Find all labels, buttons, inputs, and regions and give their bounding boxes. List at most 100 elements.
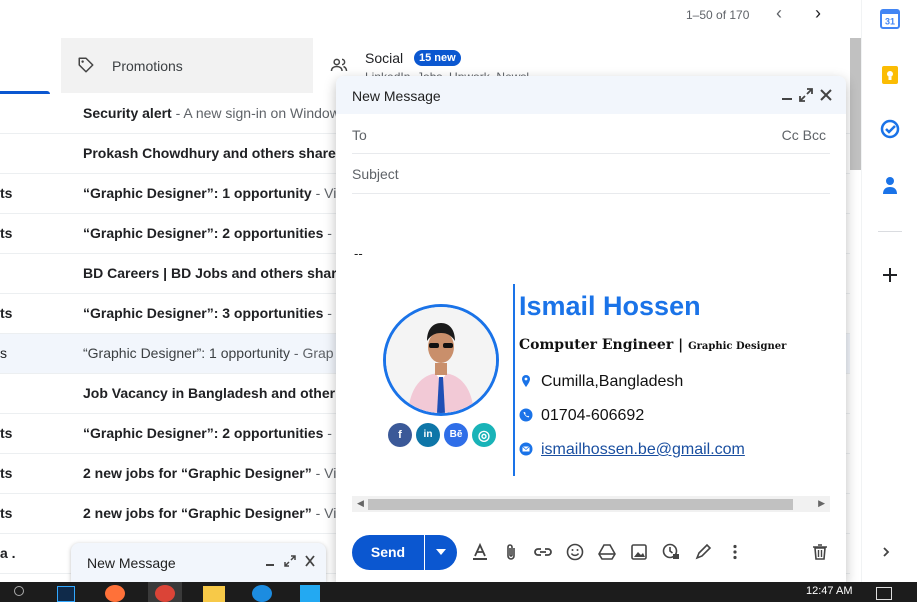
mail-subject-text: “Graphic Designer”: 1 opportunity (83, 185, 312, 201)
people-icon (330, 58, 348, 72)
tab-promotions[interactable]: Promotions (61, 38, 313, 93)
tab-promotions-label: Promotions (112, 58, 183, 74)
signature-name: Ismail Hossen (519, 291, 701, 321)
signature-location-text: Cumilla,Bangladesh (541, 373, 684, 390)
side-panel: 31 (861, 0, 917, 582)
photoshop-icon[interactable] (57, 586, 75, 602)
compose-header[interactable]: New Message (336, 76, 846, 114)
next-page-button[interactable]: › (808, 3, 828, 23)
mail-subject-text: “Graphic Designer”: 2 opportunities (83, 225, 324, 241)
prev-page-button[interactable]: ‹ (769, 3, 789, 23)
mail-snippet: - (323, 225, 332, 241)
horizontal-scrollbar-thumb[interactable] (368, 499, 793, 510)
signature-phone: 01704-606692 (519, 407, 644, 425)
linkedin-icon[interactable]: in (416, 423, 440, 447)
behance-icon[interactable]: Bē (444, 423, 468, 447)
mail-subject: 2 new jobs for “Graphic Designer” - Vi (83, 465, 336, 481)
link-icon[interactable] (533, 542, 553, 562)
sender-fragment: a . (0, 545, 16, 561)
minimized-compose-window[interactable]: New Message (71, 543, 326, 582)
mail-subject: “Graphic Designer”: 3 opportunities - (83, 305, 332, 321)
mail-subject-text: Prokash Chowdhury and others share (83, 145, 336, 161)
to-field[interactable]: To Cc Bcc (352, 114, 830, 154)
new-count-badge: 15 new (414, 50, 461, 66)
fullscreen-icon[interactable] (798, 87, 814, 103)
mail-subject-text: 2 new jobs for “Graphic Designer” (83, 465, 312, 481)
insert-photo-icon[interactable] (629, 542, 649, 562)
chevron-down-icon (436, 549, 446, 555)
chrome-taskbar-button[interactable] (148, 582, 182, 602)
signature-title: Computer Engineer | Graphic Designer (519, 337, 786, 353)
sender-fragment: s (0, 345, 7, 361)
tab-social-label: Social (365, 50, 404, 66)
mail-snippet: - Vi (311, 465, 337, 481)
contacts-icon[interactable] (880, 175, 900, 195)
drive-icon[interactable] (597, 542, 617, 562)
mail-subject: BD Careers | BD Jobs and others share (83, 265, 344, 281)
mail-subject-text: 2 new jobs for “Graphic Designer” (83, 505, 312, 521)
signature-phone-text: 01704-606692 (541, 407, 645, 424)
facebook-icon[interactable]: f (388, 423, 412, 447)
mail-subject-text: “Graphic Designer”: 1 opportunity (83, 345, 290, 361)
mail-subject: Prokash Chowdhury and others share (83, 145, 336, 161)
page-scrollbar-thumb[interactable] (850, 38, 861, 170)
attach-icon[interactable] (501, 542, 521, 562)
subject-input[interactable] (352, 166, 822, 182)
signature-email: ismailhossen.be@gmail.com (519, 441, 745, 459)
side-panel-divider (878, 231, 902, 232)
tasks-icon[interactable] (880, 119, 900, 139)
add-addon-icon[interactable] (880, 265, 900, 285)
instagram-icon[interactable]: ◎ (472, 423, 496, 447)
scroll-left-icon[interactable]: ◀ (357, 498, 364, 509)
cc-bcc-link[interactable]: Cc Bcc (782, 127, 826, 143)
edge-icon[interactable] (252, 585, 272, 602)
close-icon[interactable] (818, 87, 834, 103)
send-button[interactable]: Send (352, 535, 424, 570)
mail-subject: 2 new jobs for “Graphic Designer” - Vi (83, 505, 336, 521)
mail-snippet: - (323, 305, 332, 321)
to-label: To (352, 127, 367, 143)
confidential-mode-icon[interactable] (661, 542, 681, 562)
close-icon[interactable] (304, 554, 316, 568)
text-format-icon[interactable] (470, 542, 490, 562)
phone-icon (519, 408, 533, 422)
scroll-right-icon[interactable]: ▶ (818, 498, 825, 509)
mail-snippet: - Vi (311, 185, 337, 201)
avatar (383, 304, 499, 416)
mail-subject-text: “Graphic Designer”: 3 opportunities (83, 305, 324, 321)
notifications-icon[interactable] (876, 587, 892, 600)
emoji-icon[interactable] (565, 542, 585, 562)
fullscreen-icon[interactable] (284, 554, 296, 568)
subject-row (352, 154, 830, 194)
more-options-icon[interactable] (725, 542, 745, 562)
mail-snippet: - A new sign-in on Windows (171, 105, 347, 121)
file-explorer-icon[interactable] (203, 586, 225, 602)
mail-subject-text: BD Careers | BD Jobs and others share (83, 265, 345, 281)
calendar-icon[interactable]: 31 (880, 9, 900, 29)
signature-divider (513, 284, 515, 476)
signature-email-link[interactable]: ismailhossen.be@gmail.com (541, 441, 745, 458)
sender-fragment: ts (0, 185, 13, 201)
signature-pen-icon[interactable] (693, 542, 713, 562)
minimize-icon[interactable] (779, 87, 795, 103)
pagination-range: 1–50 of 170 (686, 8, 750, 22)
search-icon[interactable] (14, 586, 24, 596)
sender-fragment: ts (0, 305, 13, 321)
mail-subject: “Graphic Designer”: 1 opportunity - Vi (83, 185, 336, 201)
minimize-icon[interactable] (264, 554, 276, 568)
keep-notes-icon[interactable] (880, 65, 900, 85)
tag-icon (78, 57, 94, 73)
taskbar-clock[interactable]: 12:47 AM (806, 585, 852, 597)
mail-subject: “Graphic Designer”: 1 opportunity - Grap (83, 345, 334, 361)
taskbar: 12:47 AM (0, 582, 917, 602)
firefox-icon[interactable] (105, 585, 125, 602)
vscode-icon[interactable] (300, 585, 320, 602)
sender-fragment: ts (0, 505, 13, 521)
mail-subject-text: Job Vacancy in Bangladesh and other (83, 385, 336, 401)
horizontal-scrollbar[interactable]: ◀ ▶ (352, 496, 830, 512)
chevron-right-icon[interactable] (880, 545, 892, 561)
signature-title-sub: Graphic Designer (688, 341, 787, 352)
svg-text:31: 31 (885, 17, 895, 27)
send-options-button[interactable] (425, 535, 457, 570)
discard-draft-icon[interactable] (810, 542, 830, 562)
